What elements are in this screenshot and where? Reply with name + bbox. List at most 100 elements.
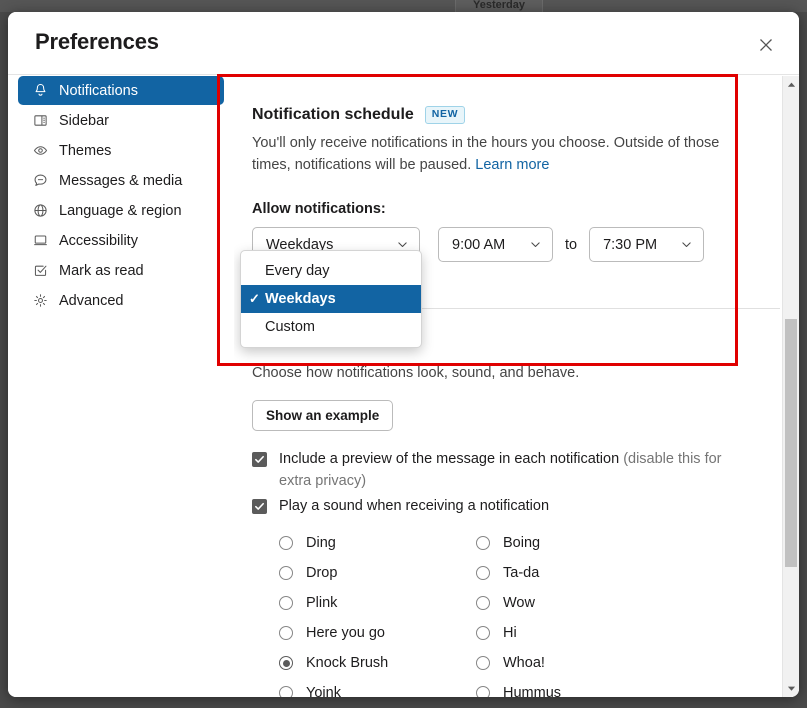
- chevron-down-icon: [680, 238, 693, 251]
- sidebar-item-label: Advanced: [59, 293, 124, 309]
- checkbox-checked-icon[interactable]: [252, 452, 267, 467]
- sidebar-item-advanced[interactable]: Advanced: [18, 286, 224, 315]
- scroll-down-arrow-icon[interactable]: [783, 680, 799, 697]
- sound-option-boing[interactable]: Boing: [476, 528, 673, 558]
- sidebar-item-language-region[interactable]: Language & region: [18, 196, 224, 225]
- sound-option-label: Yoink: [306, 685, 341, 697]
- notification-sound-options: Ding Boing Drop Ta-da Plink Wow Here you…: [279, 528, 739, 697]
- message-icon: [30, 172, 50, 190]
- radio-icon[interactable]: [279, 536, 293, 550]
- notification-schedule-description: You'll only receive notifications in the…: [252, 132, 742, 176]
- show-an-example-button[interactable]: Show an example: [252, 400, 393, 431]
- background-toolbar: [0, 0, 807, 12]
- globe-icon: [30, 202, 50, 220]
- radio-icon[interactable]: [476, 686, 490, 697]
- sidebar-item-label: Messages & media: [59, 173, 182, 189]
- sidebar-item-messages-media[interactable]: Messages & media: [18, 166, 224, 195]
- radio-icon[interactable]: [279, 596, 293, 610]
- sidebar-item-sidebar[interactable]: Sidebar: [18, 106, 224, 135]
- menu-item-label: Every day: [265, 263, 329, 279]
- schedule-start-time-select[interactable]: 9:00 AM: [438, 227, 553, 262]
- sound-option-label: Wow: [503, 595, 535, 611]
- sound-option-wow[interactable]: Wow: [476, 588, 673, 618]
- schedule-start-time-value: 9:00 AM: [452, 237, 505, 253]
- sidebar-item-mark-as-read[interactable]: Mark as read: [18, 256, 224, 285]
- content-scrollbar[interactable]: [782, 76, 799, 697]
- sound-option-here-you-go[interactable]: Here you go: [279, 618, 476, 648]
- schedule-end-time-select[interactable]: 7:30 PM: [589, 227, 704, 262]
- checkbox-checked-icon[interactable]: [252, 499, 267, 514]
- sound-option-label: Ding: [306, 535, 336, 551]
- preferences-dialog: Preferences Notifications Sidebar Themes: [8, 12, 799, 697]
- sound-option-label: Hummus: [503, 685, 561, 697]
- radio-icon[interactable]: [279, 566, 293, 580]
- sound-option-yoink[interactable]: Yoink: [279, 678, 476, 697]
- include-preview-label: Include a preview of the message in each…: [279, 449, 752, 493]
- sidebar: Notifications Sidebar Themes Messages & …: [8, 76, 234, 697]
- radio-icon[interactable]: [476, 596, 490, 610]
- schedule-day-dropdown-menu[interactable]: Every day ✓ Weekdays Custom: [240, 250, 422, 348]
- sound-option-ta-da[interactable]: Ta-da: [476, 558, 673, 588]
- radio-icon[interactable]: [476, 536, 490, 550]
- sound-option-knock-brush[interactable]: Knock Brush: [279, 648, 476, 678]
- sidebar-item-label: Accessibility: [59, 233, 138, 249]
- radio-icon[interactable]: [476, 626, 490, 640]
- menu-item-every-day[interactable]: Every day: [241, 257, 421, 285]
- sound-option-ding[interactable]: Ding: [279, 528, 476, 558]
- close-icon[interactable]: [751, 30, 781, 60]
- sound-option-drop[interactable]: Drop: [279, 558, 476, 588]
- schedule-to-word: to: [565, 237, 577, 253]
- accessibility-icon: [30, 232, 50, 250]
- play-sound-checkbox-row[interactable]: Play a sound when receiving a notificati…: [252, 496, 752, 518]
- menu-item-custom[interactable]: Custom: [241, 313, 421, 341]
- scrollbar-thumb[interactable]: [785, 319, 797, 567]
- chevron-down-icon: [529, 238, 542, 251]
- dialog-header: Preferences: [8, 12, 799, 75]
- sidebar-item-label: Mark as read: [59, 263, 144, 279]
- sound-option-hummus[interactable]: Hummus: [476, 678, 673, 697]
- menu-item-weekdays[interactable]: ✓ Weekdays: [241, 285, 421, 313]
- notification-schedule-heading-row: Notification schedule NEW: [252, 106, 465, 124]
- menu-item-label: Custom: [265, 319, 315, 335]
- eye-icon: [30, 142, 50, 160]
- menu-item-label: Weekdays: [265, 291, 336, 307]
- sound-option-label: Plink: [306, 595, 337, 611]
- sound-option-hi[interactable]: Hi: [476, 618, 673, 648]
- sound-option-label: Ta-da: [503, 565, 539, 581]
- notifications-settings-panel: Notification schedule NEW You'll only re…: [234, 76, 799, 697]
- sound-option-label: Whoa!: [503, 655, 545, 671]
- learn-more-link[interactable]: Learn more: [475, 157, 549, 173]
- background-date-pill: Yesterday: [455, 0, 543, 12]
- check-icon: ✓: [249, 291, 265, 307]
- include-preview-text: Include a preview of the message in each…: [279, 451, 623, 467]
- radio-icon[interactable]: [279, 686, 293, 697]
- sound-option-whoa[interactable]: Whoa!: [476, 648, 673, 678]
- page-title: Preferences: [35, 29, 159, 55]
- sidebar-icon: [30, 112, 50, 130]
- sound-option-plink[interactable]: Plink: [279, 588, 476, 618]
- include-preview-checkbox-row[interactable]: Include a preview of the message in each…: [252, 449, 752, 493]
- radio-icon[interactable]: [476, 566, 490, 580]
- allow-notifications-label: Allow notifications:: [252, 201, 386, 217]
- scroll-up-arrow-icon[interactable]: [783, 76, 799, 93]
- notification-behavior-description: Choose how notifications look, sound, an…: [252, 365, 579, 381]
- sidebar-item-label: Themes: [59, 143, 111, 159]
- sound-option-label: Hi: [503, 625, 517, 641]
- play-sound-label: Play a sound when receiving a notificati…: [279, 496, 549, 518]
- sound-option-label: Boing: [503, 535, 540, 551]
- sidebar-item-label: Sidebar: [59, 113, 109, 129]
- radio-selected-icon[interactable]: [279, 656, 293, 670]
- radio-icon[interactable]: [279, 626, 293, 640]
- sound-option-label: Knock Brush: [306, 655, 388, 671]
- check-square-icon: [30, 262, 50, 280]
- radio-icon[interactable]: [476, 656, 490, 670]
- notification-schedule-title: Notification schedule: [252, 106, 414, 124]
- sidebar-item-accessibility[interactable]: Accessibility: [18, 226, 224, 255]
- schedule-end-time-value: 7:30 PM: [603, 237, 657, 253]
- sidebar-item-label: Language & region: [59, 203, 182, 219]
- sound-option-label: Here you go: [306, 625, 385, 641]
- sidebar-item-themes[interactable]: Themes: [18, 136, 224, 165]
- bell-icon: [30, 82, 50, 100]
- sidebar-item-notifications[interactable]: Notifications: [18, 76, 224, 105]
- new-badge: NEW: [425, 106, 465, 124]
